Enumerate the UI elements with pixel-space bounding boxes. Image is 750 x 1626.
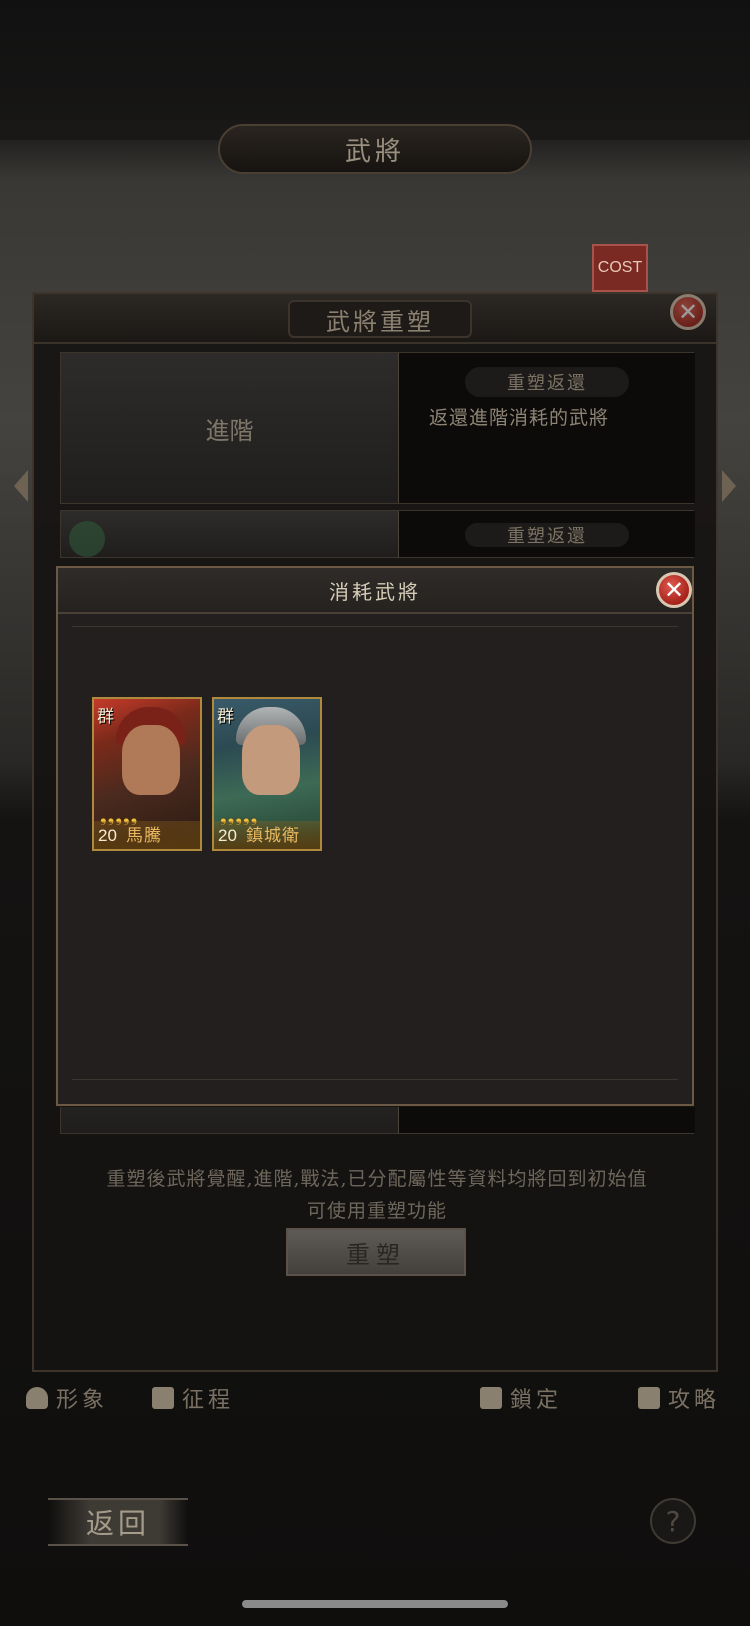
tab-label: 攻略 (668, 1388, 721, 1413)
return-description: 返還進階消耗的武將 (429, 407, 610, 429)
faction-label: 群 (217, 707, 234, 727)
return-pill: 重塑返還 (465, 367, 629, 397)
reforge-title: 武將重塑 (288, 300, 472, 338)
tab-journey[interactable]: 征程 (152, 1378, 234, 1418)
lock-icon (480, 1387, 502, 1409)
portrait-art (122, 725, 180, 795)
reset-warning-sub: 可使用重塑功能 (306, 1200, 447, 1222)
tab-label: 形象 (56, 1388, 109, 1413)
prev-arrow-icon[interactable] (14, 470, 28, 502)
cost-tag[interactable]: COST (592, 244, 648, 292)
reset-warning: 重塑後武將覺醒,進階,戰法,已分配屬性等資料均將回到初始值 (106, 1168, 648, 1190)
row-right-cell: 重塑返還 返還進階消耗的武將 (399, 353, 695, 503)
screen-title: 武將 (218, 124, 532, 174)
home-indicator[interactable] (242, 1600, 508, 1608)
reforge-header: 武將重塑 (34, 294, 716, 344)
tab-label: 征程 (182, 1388, 235, 1413)
dialog-close-button[interactable]: ✕ (656, 572, 692, 608)
back-button[interactable]: 返回 (48, 1498, 188, 1546)
dialog-header: 消耗武將 (58, 568, 692, 614)
row-left-label (61, 511, 399, 557)
flag-icon (152, 1387, 174, 1409)
book-icon (638, 1387, 660, 1409)
tab-appearance[interactable]: 形象 (26, 1378, 108, 1418)
next-arrow-icon[interactable] (722, 470, 736, 502)
portrait-art (242, 725, 300, 795)
general-card[interactable]: 群 ❟❟❟❟❟ 20 馬騰 (92, 697, 202, 851)
general-card[interactable]: 群 ❟❟❟❟❟ 20 鎮城衛 (212, 697, 322, 851)
tab-guide[interactable]: 攻略 (638, 1378, 720, 1418)
person-icon (26, 1387, 48, 1409)
consumed-generals-dialog: 消耗武將 ✕ 群 ❟❟❟❟❟ 20 馬騰 群 ❟❟❟❟❟ 20 鎮城衛 (56, 566, 694, 1106)
reforge-close-button[interactable]: ✕ (670, 294, 706, 330)
dialog-body: 群 ❟❟❟❟❟ 20 馬騰 群 ❟❟❟❟❟ 20 鎮城衛 (72, 626, 678, 1080)
reforge-row: 進階 重塑返還 返還進階消耗的武將 (60, 352, 695, 504)
dialog-title: 消耗武將 (329, 579, 421, 604)
general-name: 馬騰 (126, 826, 162, 846)
bottom-tabs: 形象 征程 鎖定 攻略 (0, 1378, 750, 1422)
general-level: 20 (98, 826, 117, 845)
reforge-button[interactable]: 重塑 (286, 1228, 466, 1276)
row-left-label: 進階 (61, 353, 399, 503)
general-level: 20 (218, 826, 237, 845)
help-button[interactable]: ? (650, 1498, 696, 1544)
return-pill: 重塑返還 (465, 523, 629, 547)
reforge-row: 重塑返還 (60, 510, 695, 558)
tab-lock[interactable]: 鎖定 (480, 1378, 562, 1418)
faction-label: 群 (97, 707, 114, 727)
general-name: 鎮城衛 (246, 826, 300, 846)
tab-label: 鎖定 (510, 1388, 563, 1413)
row-right-cell: 重塑返還 (399, 511, 695, 557)
badge-icon (69, 521, 105, 557)
